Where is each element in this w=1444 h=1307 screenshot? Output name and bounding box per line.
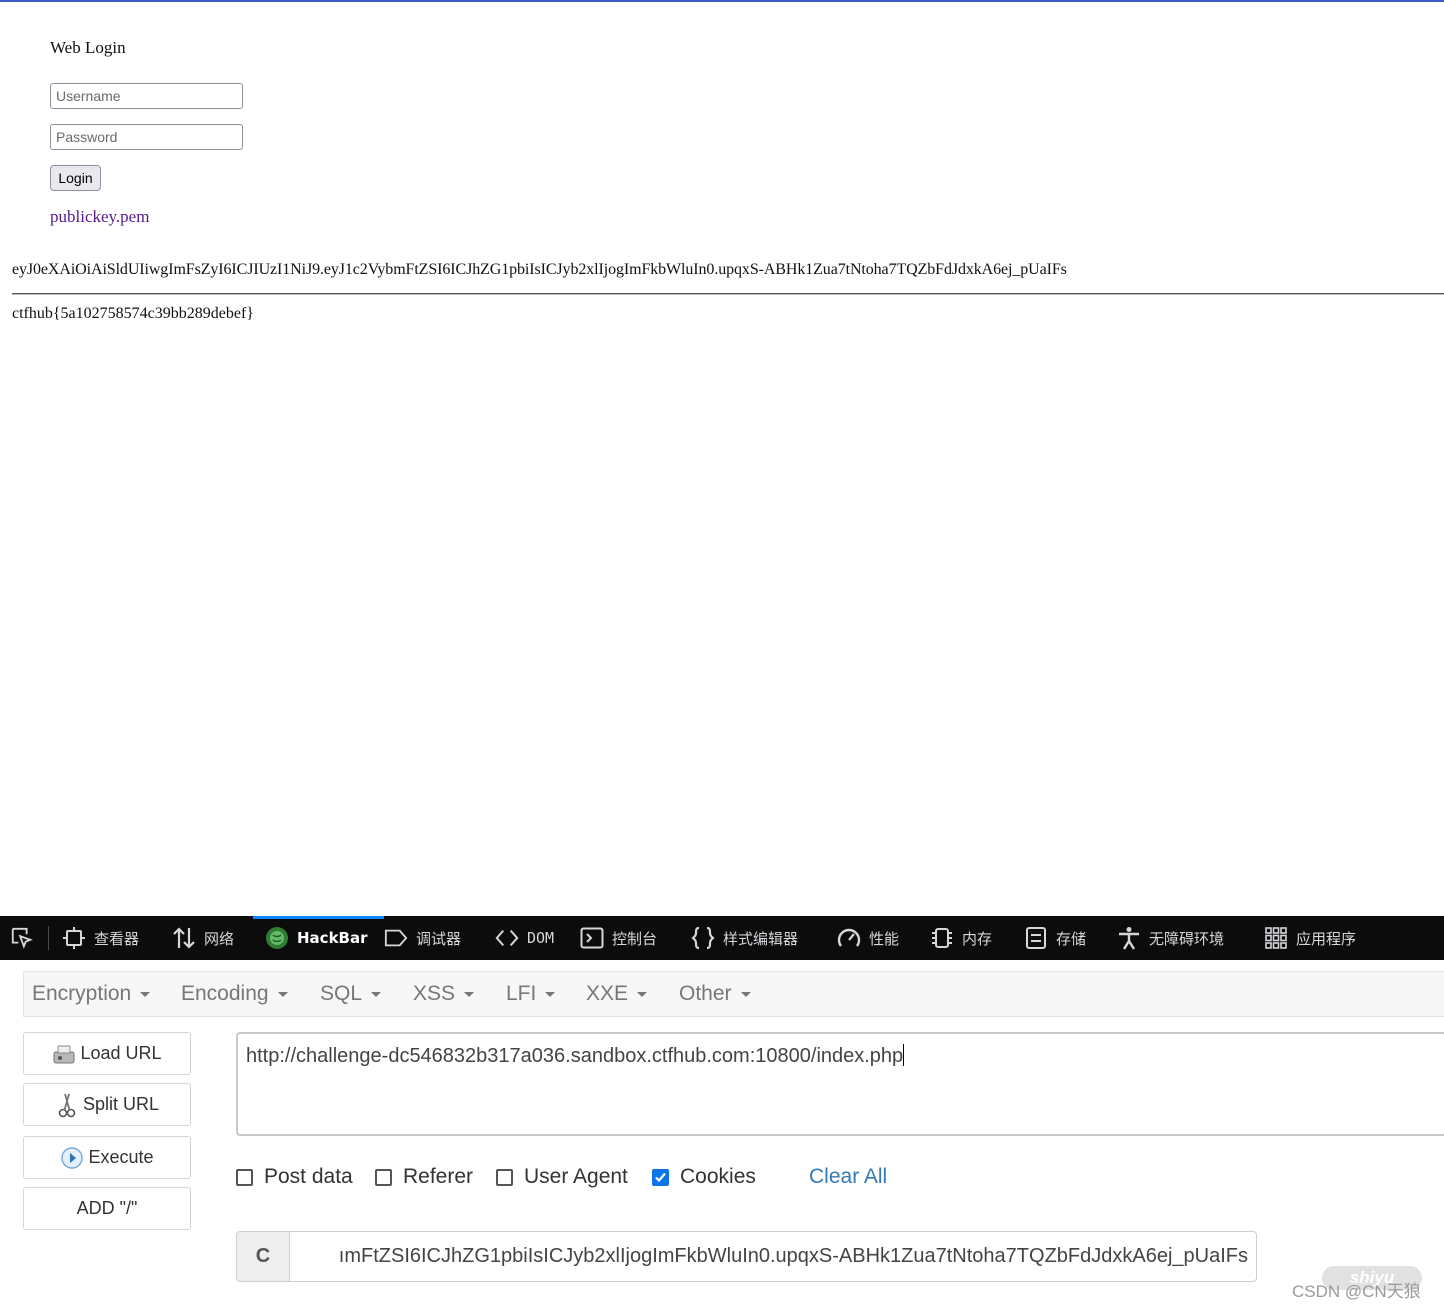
- tab-accessibility[interactable]: 无障碍环境: [1117, 916, 1224, 960]
- debugger-icon: [384, 926, 408, 950]
- menu-sql[interactable]: SQL: [320, 972, 382, 1016]
- caret-down-icon: [277, 991, 288, 997]
- cookie-prefix-label: C: [237, 1232, 290, 1281]
- checkbox-checked-icon: [652, 1168, 669, 1186]
- memory-icon: [930, 926, 954, 950]
- tab-performance[interactable]: 性能: [837, 916, 899, 960]
- caret-down-icon: [140, 991, 151, 997]
- cookies-checkbox[interactable]: Cookies: [652, 1164, 756, 1190]
- tab-label: 无障碍环境: [1149, 929, 1225, 948]
- caret-down-icon: [464, 991, 475, 997]
- login-title: Web Login: [50, 38, 126, 57]
- scissors-icon: [55, 1093, 79, 1117]
- devtools-panel: 查看器 网络 HackBar 调试器 DOM 控制台 样式编辑器 性能 内存 存…: [0, 916, 1444, 1307]
- cookie-value-text: ımFtZSI6ICJhZG1pbiIsICJyb2xlIjogImFkbWlu…: [338, 1245, 1248, 1267]
- tab-network[interactable]: 网络: [172, 916, 234, 960]
- split-url-button[interactable]: Split URL: [23, 1083, 191, 1126]
- play-icon: [60, 1146, 84, 1170]
- tab-dom[interactable]: DOM: [495, 916, 554, 960]
- horizontal-rule: [12, 293, 1444, 295]
- tab-debugger[interactable]: 调试器: [384, 916, 461, 960]
- cookie-input[interactable]: ımFtZSI6ICJhZG1pbiIsICJyb2xlIjogImFkbWlu…: [290, 1232, 1256, 1281]
- checkbox-unchecked-icon: [375, 1168, 392, 1186]
- tab-memory[interactable]: 内存: [930, 916, 992, 960]
- inspector-icon: [62, 926, 86, 950]
- password-input[interactable]: [50, 124, 243, 150]
- storage-icon: [1024, 926, 1048, 950]
- tab-label: 性能: [869, 929, 900, 948]
- tab-inspector[interactable]: 查看器: [62, 916, 139, 960]
- text-cursor: [903, 1044, 905, 1066]
- flag-text: ctfhub{5a102758574c39bb289debef}: [12, 305, 254, 322]
- web-page: Web Login Login publickey.pem eyJ0eXAiOi…: [0, 2, 1444, 916]
- clear-all-link[interactable]: Clear All: [809, 1164, 887, 1190]
- tab-label: 查看器: [94, 929, 140, 948]
- tab-label: HackBar: [297, 929, 368, 947]
- tab-application[interactable]: 应用程序: [1264, 916, 1356, 960]
- performance-icon: [837, 926, 861, 950]
- devtools-toolbar: 查看器 网络 HackBar 调试器 DOM 控制台 样式编辑器 性能 内存 存…: [0, 916, 1444, 960]
- tab-label: DOM: [527, 929, 555, 947]
- tab-style-editor[interactable]: 样式编辑器: [691, 916, 798, 960]
- menu-encoding[interactable]: Encoding: [181, 972, 288, 1016]
- hackbar-icon: [265, 926, 289, 950]
- accessibility-icon: [1117, 926, 1141, 950]
- menu-encryption[interactable]: Encryption: [32, 972, 151, 1016]
- tab-console[interactable]: 控制台: [580, 916, 657, 960]
- execute-button[interactable]: Execute: [23, 1136, 191, 1179]
- tab-label: 内存: [962, 929, 993, 948]
- tab-label: 控制台: [612, 929, 658, 948]
- checkbox-unchecked-icon: [236, 1168, 253, 1186]
- application-icon: [1264, 926, 1288, 950]
- menu-xxe[interactable]: XXE: [586, 972, 648, 1016]
- console-icon: [580, 926, 604, 950]
- element-picker-button[interactable]: [10, 916, 42, 960]
- dom-icon: [495, 926, 519, 950]
- caret-down-icon: [371, 991, 382, 997]
- caret-down-icon: [637, 991, 648, 997]
- caret-down-icon: [740, 991, 751, 997]
- referer-checkbox[interactable]: Referer: [375, 1164, 473, 1190]
- csdn-watermark: CSDN @CN天狼: [1292, 1282, 1421, 1301]
- tab-storage[interactable]: 存储: [1024, 916, 1086, 960]
- jwt-token-text: eyJ0eXAiOiAiSldUIiwgImFsZyI6ICJIUzI1NiJ9…: [12, 261, 1067, 278]
- load-url-button[interactable]: Load URL: [23, 1032, 191, 1075]
- tab-label: 网络: [204, 929, 235, 948]
- network-icon: [172, 926, 196, 950]
- checkbox-unchecked-icon: [496, 1168, 513, 1186]
- tab-hackbar[interactable]: HackBar: [253, 916, 383, 960]
- post-data-checkbox[interactable]: Post data: [236, 1164, 353, 1190]
- url-textarea[interactable]: http://challenge-dc546832b317a036.sandbo…: [236, 1032, 1444, 1136]
- tab-label: 调试器: [416, 929, 462, 948]
- url-text: http://challenge-dc546832b317a036.sandbo…: [246, 1045, 904, 1067]
- caret-down-icon: [545, 991, 556, 997]
- login-button[interactable]: Login: [50, 165, 101, 191]
- menu-lfi[interactable]: LFI: [506, 972, 556, 1016]
- tab-label: 样式编辑器: [723, 929, 799, 948]
- style-editor-icon: [691, 926, 715, 950]
- publickey-link[interactable]: publickey.pem: [50, 207, 149, 227]
- hackbar-menubar: Encryption Encoding SQL XSS LFI XXE Othe…: [23, 971, 1444, 1017]
- menu-other[interactable]: Other: [679, 972, 751, 1016]
- toolbar-separator: [48, 926, 49, 950]
- cookie-input-group: C ımFtZSI6ICJhZG1pbiIsICJyb2xlIjogImFkbW…: [236, 1231, 1257, 1282]
- menu-xss[interactable]: XSS: [413, 972, 475, 1016]
- tab-label: 应用程序: [1296, 929, 1357, 948]
- add-slash-button[interactable]: ADD "/": [23, 1187, 191, 1230]
- user-agent-checkbox[interactable]: User Agent: [496, 1164, 628, 1190]
- username-input[interactable]: [50, 83, 243, 109]
- tab-label: 存储: [1056, 929, 1087, 948]
- element-picker-icon: [10, 926, 34, 950]
- load-url-icon: [52, 1042, 76, 1066]
